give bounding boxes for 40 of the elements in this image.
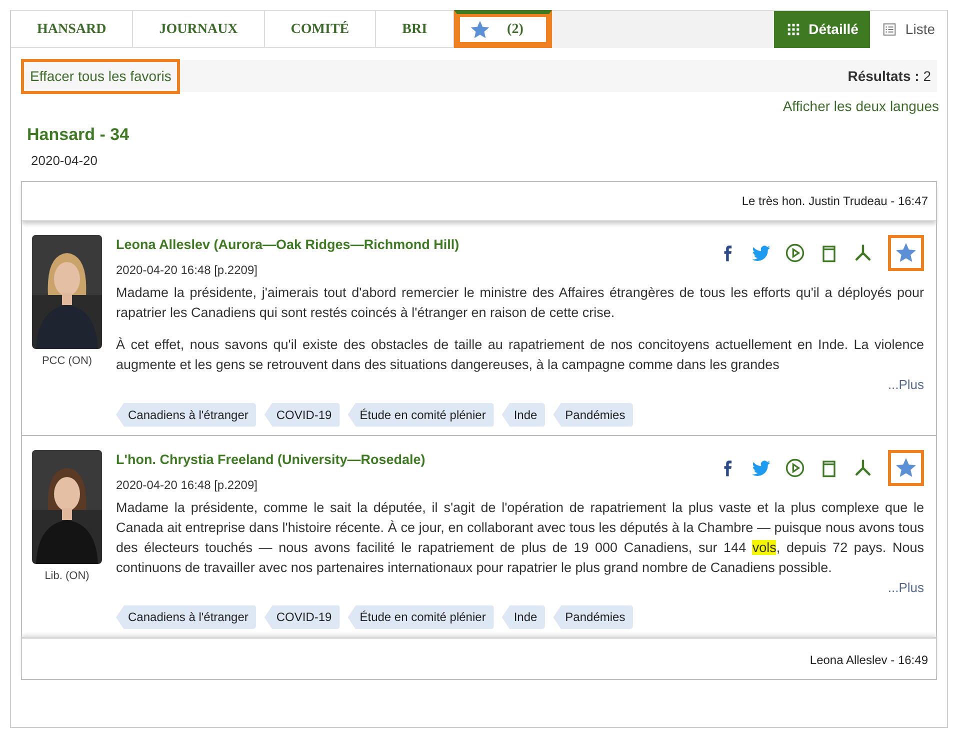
tag[interactable]: Inde <box>502 402 546 427</box>
tab[interactable]: JOURNAUX <box>133 11 265 48</box>
timestamp: 2020-04-20 16:48 [p.2209] <box>116 476 258 494</box>
speech-paragraph: À cet effet, nous savons qu'il existe des obstacles de taille au rapatriement de nos concitoyens actuellement en Inde. La violence augmente et les gens se retrouvent dans des situations dangereuses, à la campagne comme dans les grandes <box>116 336 924 374</box>
tag[interactable]: Étude en comité plénier <box>348 605 494 630</box>
tag[interactable]: Inde <box>502 605 546 630</box>
tag[interactable]: Canadiens à l'étranger <box>116 605 256 630</box>
tag[interactable]: Pandémies <box>553 402 634 427</box>
view-toggle-button[interactable]: Liste <box>870 11 947 48</box>
results-count: Résultats : 2 <box>848 66 931 86</box>
favorites-tab[interactable]: (2) <box>454 10 552 48</box>
speech-paragraph: Madame la présidente, j'aimerais tout d'abord remercier le ministre des Affaires étrangères de tous les efforts qu'il a déployés pour rapatrier les Canadiens qui sont restés coincés à l'étranger en raison de cette crise. <box>116 284 924 322</box>
tag[interactable]: COVID-19 <box>264 402 340 427</box>
speaker-name: L'hon. Chrystia Freeland (University—Rosedale) <box>116 450 426 469</box>
more-link[interactable]: ...Plus <box>116 375 924 395</box>
tab[interactable]: HANSARD <box>11 11 134 48</box>
tag[interactable]: Canadiens à l'étranger <box>116 402 256 427</box>
speaker-time-footer: Leona Alleslev - 16:49 <box>22 638 936 680</box>
tag[interactable]: COVID-19 <box>264 605 340 630</box>
sitting-title: Hansard - 34 <box>27 125 130 146</box>
clear-favorites-link[interactable]: Effacer tous les favoris <box>21 58 180 94</box>
list-icon <box>882 22 898 37</box>
grid-icon <box>786 22 801 37</box>
favorite-button[interactable] <box>888 450 924 486</box>
tab[interactable]: COMITÉ <box>264 11 376 48</box>
tag[interactable]: Pandémies <box>553 605 634 630</box>
favorite-button[interactable] <box>888 234 924 271</box>
party-label: Lib. (ON) <box>44 568 90 584</box>
speaker-name: Leona Alleslev (Aurora—Oak Ridges—Richmond Hill) <box>116 236 460 254</box>
language-link[interactable]: Afficher les deux langues <box>782 98 939 114</box>
view-toggle-button[interactable]: Détaillé <box>774 11 870 48</box>
speaker-time-header: Le très hon. Justin Trudeau - 16:47 <box>22 182 936 221</box>
sitting-date: 2020-04-20 <box>31 152 98 170</box>
more-link[interactable]: ...Plus <box>116 578 924 598</box>
party-label: PCC (ON) <box>40 354 94 369</box>
tab[interactable]: BRI <box>376 11 454 48</box>
tag[interactable]: Étude en comité plénier <box>348 402 494 427</box>
timestamp: 2020-04-20 16:48 [p.2209] <box>116 262 258 280</box>
star-icon <box>469 18 492 40</box>
speech-paragraph: Madame la présidente, comme le sait la députée, il s'agit de l'opération de rapatriement la plus vaste et la plus complexe que le Canada ait entreprise dans l'histoire récente. À ce jour, en collaborant avec tous les députés à la Chambre — puisque nous avons tous des électeurs touchés — nous avons facilité le rapatriement de plus de 19 000 Canadiens, sur 144 vols, depuis 72 pays. Nous continuons de travailler avec nos partenaires internationaux pour rapatrier le plus grand nombre de Canadiens possible. <box>116 498 924 577</box>
